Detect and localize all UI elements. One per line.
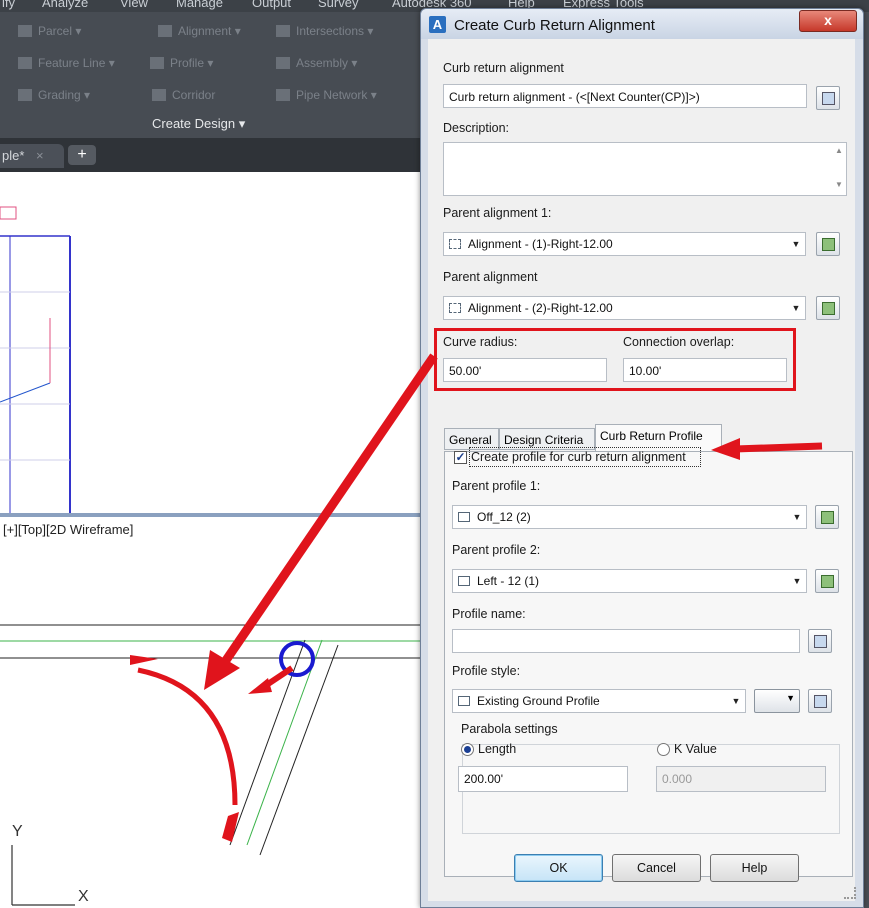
red-arrow-long bbox=[214, 353, 438, 675]
red-arrow-checkbox bbox=[734, 442, 823, 453]
annotation-arrows bbox=[204, 353, 823, 690]
